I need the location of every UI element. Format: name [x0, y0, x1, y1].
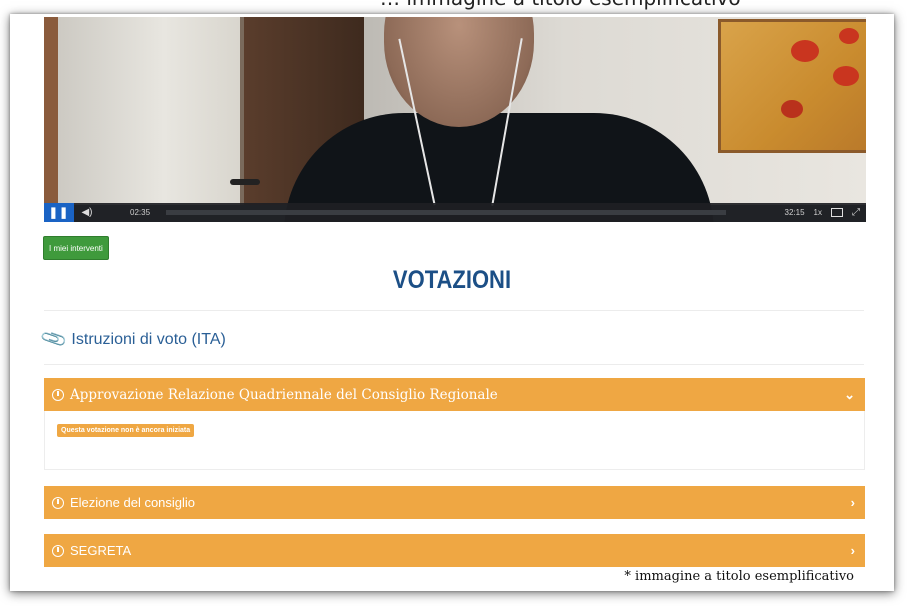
- divider: [44, 310, 864, 311]
- vote-panel-title: Approvazione Relazione Quadriennale del …: [70, 386, 498, 403]
- paperclip-icon: 📎: [39, 324, 69, 354]
- status-badge: Questa votazione non è ancora iniziata: [57, 424, 195, 437]
- divider: [44, 364, 864, 365]
- voting-instructions-label: Istruzioni di voto (ITA): [71, 330, 226, 348]
- video-frame-content-5: [230, 179, 260, 185]
- video-controls-right: 32:15 1x ⤢: [785, 203, 860, 222]
- captions-icon[interactable]: [831, 208, 843, 217]
- top-caption: … immagine a titolo esemplificativo: [380, 0, 741, 10]
- vote-panel-title: Elezione del consiglio: [70, 495, 196, 510]
- chevron-right-icon[interactable]: ›: [851, 495, 855, 510]
- elapsed-time: 02:35: [130, 208, 151, 217]
- footnote: * immagine a titolo esemplificativo: [624, 569, 854, 584]
- fullscreen-icon[interactable]: ⤢: [852, 207, 860, 218]
- chevron-right-icon[interactable]: ›: [851, 543, 855, 558]
- clock-icon: [52, 388, 64, 401]
- chevron-down-icon[interactable]: ⌄: [844, 387, 855, 403]
- vote-panel-header[interactable]: Approvazione Relazione Quadriennale del …: [44, 378, 865, 411]
- painting-image: [718, 19, 866, 153]
- video-frame-content-2: [44, 17, 58, 205]
- volume-icon[interactable]: ◀): [74, 207, 100, 218]
- speed-button[interactable]: 1x: [814, 208, 822, 217]
- duration-time: 32:15: [784, 208, 805, 217]
- vote-panel-header[interactable]: SEGRETA ›: [44, 534, 865, 567]
- clock-icon: [52, 496, 64, 509]
- vote-panel-header[interactable]: Elezione del consiglio ›: [44, 486, 865, 519]
- pause-button[interactable]: ❚❚: [44, 203, 74, 222]
- voting-instructions-link[interactable]: 📎 Istruzioni di voto (ITA): [39, 325, 226, 354]
- video-player[interactable]: ❚❚ ◀) 02:35 32:15 1x ⤢: [44, 17, 866, 222]
- video-frame-content: [44, 17, 244, 205]
- vote-panel-title: SEGRETA: [70, 543, 132, 558]
- clock-icon: [52, 544, 64, 557]
- vote-panel-body: Questa votazione non è ancora iniziata: [44, 411, 865, 470]
- progress-bar[interactable]: [166, 210, 726, 215]
- voting-page-card: ❚❚ ◀) 02:35 32:15 1x ⤢ I miei interventi…: [10, 14, 894, 591]
- page-title: VOTAZIONI: [392, 266, 512, 294]
- my-interventions-button[interactable]: I miei interventi: [43, 236, 109, 260]
- video-controls: ❚❚ ◀) 02:35 32:15 1x ⤢: [44, 203, 866, 222]
